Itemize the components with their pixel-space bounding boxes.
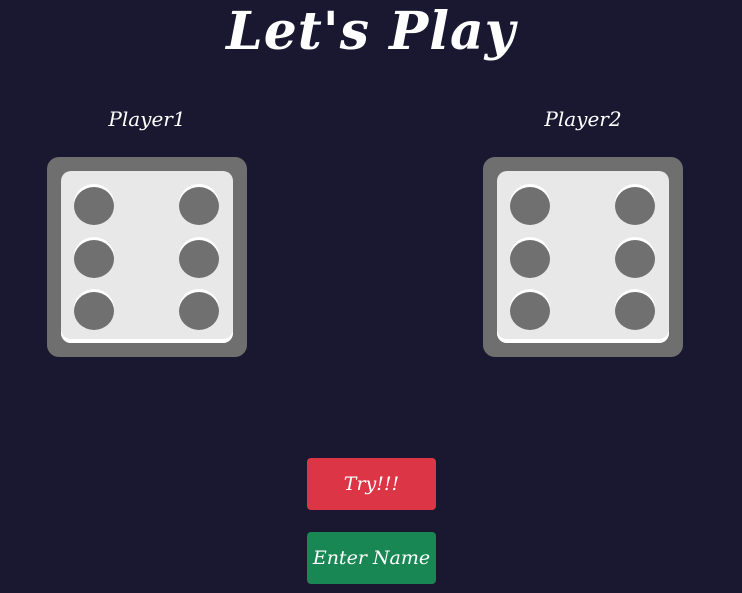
page-title: Let's Play xyxy=(226,1,516,62)
die-pip xyxy=(74,292,114,330)
die-pip xyxy=(615,292,655,330)
die-pip xyxy=(74,187,114,225)
player-2-panel: Player2 xyxy=(483,104,683,357)
player-1-die-face xyxy=(61,171,233,343)
die-pip xyxy=(615,187,655,225)
die-pip xyxy=(510,187,550,225)
enter-name-button[interactable]: Enter Name xyxy=(307,532,436,584)
die-pip xyxy=(510,292,550,330)
player-1-die xyxy=(47,157,247,357)
player-1-panel: Player1 xyxy=(47,104,247,357)
die-pip xyxy=(179,240,219,278)
die-pip xyxy=(74,240,114,278)
player-2-die-face xyxy=(497,171,669,343)
player-1-name: Player1 xyxy=(108,107,186,131)
player-2-die xyxy=(483,157,683,357)
die-pip xyxy=(179,292,219,330)
die-pip xyxy=(179,187,219,225)
die-pip xyxy=(510,240,550,278)
die-pip xyxy=(615,240,655,278)
player-2-name: Player2 xyxy=(544,107,622,131)
try-button[interactable]: Try!!! xyxy=(307,458,436,510)
